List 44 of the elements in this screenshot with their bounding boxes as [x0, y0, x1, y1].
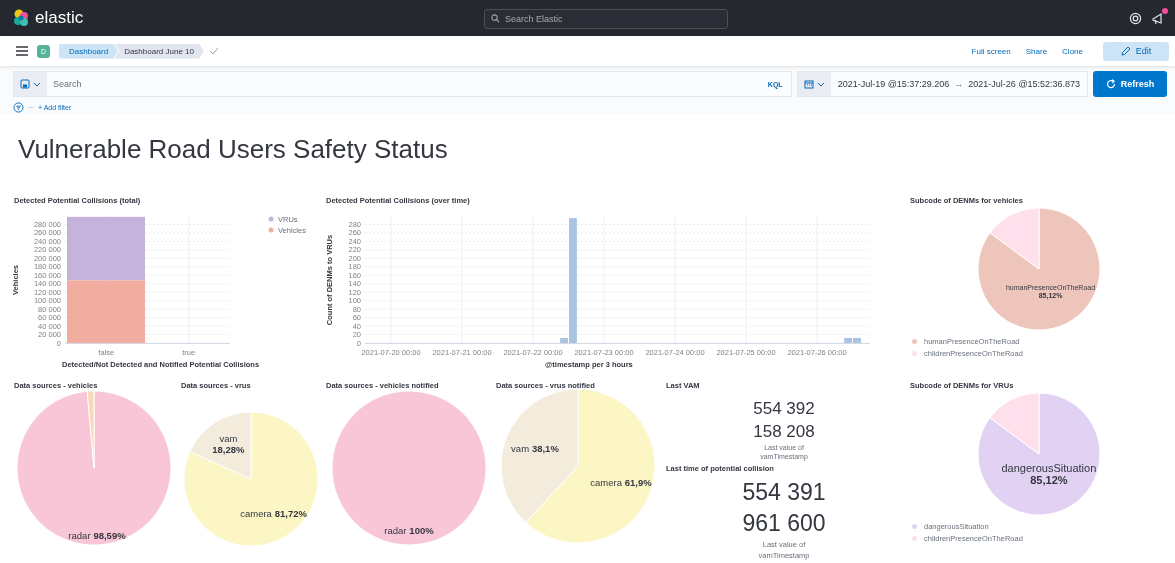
breadcrumb[interactable]: Dashboard — [59, 43, 119, 59]
calendar-icon — [803, 79, 814, 89]
saved-query-button[interactable] — [14, 72, 47, 96]
breadcrumb[interactable]: Dashboard June 10 — [114, 43, 204, 59]
caret-icon — [816, 81, 825, 87]
caret-icon — [33, 81, 41, 87]
slice-value: 81,72% — [274, 508, 307, 520]
end-date[interactable]: 2021-Jul-26 @15:52:36.873 — [968, 79, 1081, 89]
slice-value: 98,59% — [93, 530, 126, 541]
filter-icon[interactable] — [13, 101, 24, 113]
slice-label: camera — [240, 508, 272, 520]
search-field[interactable]: Search — [47, 73, 760, 95]
help-icon[interactable] — [1129, 11, 1142, 25]
metric-value: 554 391 961 600 — [741, 478, 827, 538]
megaphone-icon[interactable] — [1151, 11, 1165, 25]
slice-label: vam — [511, 443, 530, 455]
slice-label: radar — [68, 530, 91, 541]
slice-label: dangerousSituation — [1001, 461, 1097, 474]
menu-icon[interactable] — [16, 46, 28, 56]
dashboard-title: Vulnerable Road Users Safety Status — [18, 134, 448, 165]
logo-icon[interactable] — [12, 9, 30, 27]
slice-value: 38,1% — [531, 443, 559, 455]
refresh-button[interactable]: Refresh — [1093, 71, 1167, 97]
pencil-icon — [1120, 46, 1131, 56]
date-picker[interactable]: 2021-Jul-19 @15:37:29.206 → 2021-Jul-26 @15:52:36.873 — [796, 71, 1089, 97]
start-date[interactable]: 2021-Jul-19 @15:37:29.206 — [837, 79, 950, 89]
slice-value: 100% — [409, 525, 434, 537]
header-link[interactable]: Share — [1025, 46, 1048, 56]
slice-value: 61,9% — [624, 477, 652, 489]
header-link[interactable]: Full screen — [971, 46, 1011, 56]
slice-value: 18,28% — [212, 444, 245, 455]
metric-value: 554 392 158 208 — [752, 398, 816, 443]
header-link[interactable]: Clone — [1062, 46, 1083, 56]
slice-value: 85,12% — [1030, 473, 1068, 486]
refresh-icon — [1105, 79, 1116, 89]
search-field[interactable]: Search Elastic — [484, 9, 728, 29]
arrow-text: → — [954, 79, 964, 89]
edit-button[interactable]: Edit — [1103, 41, 1169, 61]
slice-label: vam — [219, 433, 238, 445]
slice-label: camera — [590, 477, 622, 489]
search-icon — [491, 13, 500, 23]
slice-label: radar — [384, 525, 407, 537]
logo-text[interactable]: elastic — [35, 8, 84, 28]
check-icon[interactable] — [208, 47, 219, 55]
